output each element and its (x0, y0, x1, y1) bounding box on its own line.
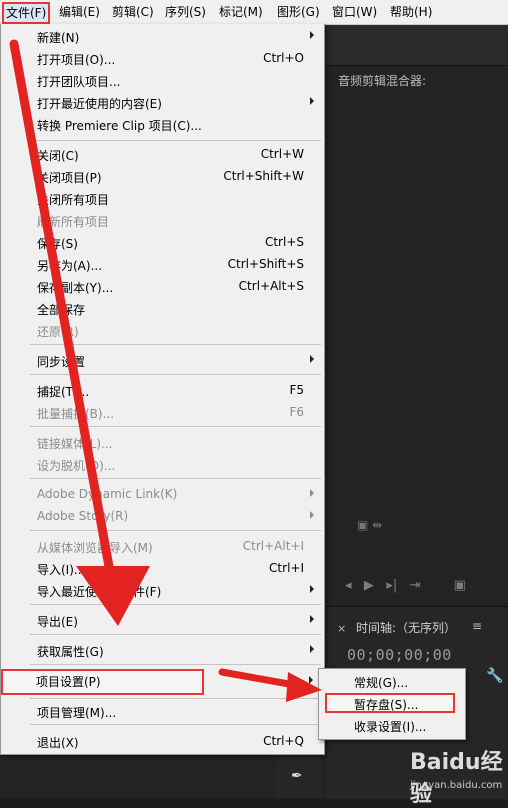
menu-window[interactable]: 窗口(W) (332, 4, 377, 20)
submenu-item-scratch-disks[interactable]: 暂存盘(S)... (325, 693, 455, 713)
menu-separator (30, 664, 321, 665)
menu-separator (30, 698, 321, 699)
menu-item-save-all[interactable]: 全部保存 (2, 297, 322, 319)
pen-tool-icon[interactable]: ✒ (291, 768, 303, 784)
menu-marker[interactable]: 标记(M) (219, 4, 263, 20)
menu-item-close-all-projects[interactable]: 关闭所有项目 (2, 187, 322, 209)
menu-item-save[interactable]: 保存(S) Ctrl+S (2, 231, 322, 253)
submenu-arrow-icon (310, 97, 314, 105)
menu-item-sync-settings[interactable]: 同步设置 (2, 349, 322, 371)
menu-separator (30, 426, 321, 427)
submenu-arrow-icon (310, 355, 314, 363)
export-frame-icon[interactable]: ▣ ⇹ (357, 518, 382, 532)
menu-clip[interactable]: 剪辑(C) (112, 4, 154, 20)
menu-separator (30, 374, 321, 375)
menu-separator (30, 344, 321, 345)
menu-item-exit[interactable]: 退出(X) Ctrl+Q (2, 730, 322, 752)
menu-item-import[interactable]: 导入(I)... Ctrl+I (2, 557, 322, 579)
menu-separator (30, 724, 321, 725)
timeline-title: 时间轴:（无序列） (356, 621, 457, 635)
baidu-watermark: Baidu经验 jingyan.baidu.com (410, 744, 506, 807)
menu-edit[interactable]: 编辑(E) (59, 4, 100, 20)
menu-separator (30, 140, 321, 141)
submenu-arrow-icon (310, 615, 314, 623)
audio-mixer-label: 音频剪辑混合器: (338, 74, 427, 88)
menu-bar: 文件(F) 编辑(E) 剪辑(C) 序列(S) 标记(M) 图形(G) 窗口(W… (0, 0, 508, 25)
submenu-item-general[interactable]: 常规(G)... (320, 671, 464, 693)
menu-separator (30, 634, 321, 635)
menu-item-save-as[interactable]: 另存为(A)... Ctrl+Shift+S (2, 253, 322, 275)
menu-file[interactable]: 文件(F) (2, 2, 51, 24)
menu-item-project-settings[interactable]: 项目设置(P) (1, 669, 204, 695)
menu-item-new[interactable]: 新建(N) (2, 25, 322, 47)
panel-menu-icon[interactable]: ≡ (472, 619, 482, 633)
submenu-arrow-icon (310, 31, 314, 39)
menu-item-link-media: 链接媒体(L)... (37, 437, 113, 451)
playback-controls[interactable]: ◂ ▶ ▸| ⇥ ▣ (345, 578, 508, 600)
menu-separator (30, 604, 321, 605)
submenu-item-ingest-settings[interactable]: 收录设置(I)... (320, 715, 464, 737)
menu-separator (30, 478, 321, 479)
menu-item-revert: 还原(R) (37, 325, 79, 339)
watermark-url: jingyan.baidu.com (410, 780, 503, 791)
menu-item-project-manager[interactable]: 项目管理(M)... (2, 700, 322, 722)
watermark-logo: Baidu经验 (410, 750, 503, 807)
menu-item-close-project[interactable]: 关闭项目(P) Ctrl+Shift+W (2, 165, 322, 187)
file-menu-dropdown: 新建(N) 打开项目(O)... Ctrl+O 打开团队项目... 打开最近使用的… (0, 24, 325, 755)
menu-item-import-recent[interactable]: 导入最近使用的文件(F) (2, 579, 322, 601)
menu-item-capture[interactable]: 捕捉(T)... F5 (2, 379, 322, 401)
menu-item-open-recent[interactable]: 打开最近使用的内容(E) (2, 91, 322, 113)
submenu-arrow-icon (310, 511, 314, 519)
top-panel-header (326, 25, 508, 66)
close-panel-icon[interactable]: × (337, 622, 346, 635)
submenu-arrow-icon (310, 645, 314, 653)
menu-separator (30, 530, 321, 531)
menu-item-get-properties[interactable]: 获取属性(G) (2, 639, 322, 661)
submenu-arrow-icon (309, 676, 313, 684)
menu-item-open-project[interactable]: 打开项目(O)... Ctrl+O (2, 47, 322, 69)
menu-item-make-offline: 设为脱机(O)... (37, 459, 116, 473)
submenu-arrow-icon (310, 489, 314, 497)
menu-item-batch-capture: 批量捕捉(B)... F6 (37, 405, 304, 421)
menu-graphics[interactable]: 图形(G) (277, 4, 320, 20)
menu-item-convert-clip[interactable]: 转换 Premiere Clip 项目(C)... (2, 113, 322, 135)
menu-item-refresh-all: 刷新所有项目 (37, 215, 110, 229)
menu-item-open-team-project[interactable]: 打开团队项目... (2, 69, 322, 91)
menu-item-close[interactable]: 关闭(C) Ctrl+W (2, 143, 322, 165)
menu-item-adobe-story: Adobe Story(R) (2, 505, 322, 527)
menu-sequence[interactable]: 序列(S) (165, 4, 206, 20)
project-settings-submenu: 常规(G)... 暂存盘(S)... 收录设置(I)... (318, 668, 466, 740)
timecode: 00;00;00;00 (347, 646, 452, 664)
menu-item-save-copy[interactable]: 保存副本(Y)... Ctrl+Alt+S (2, 275, 322, 297)
menu-item-dynamic-link: Adobe Dynamic Link(K) (2, 483, 322, 505)
wrench-icon[interactable]: 🔧 (486, 668, 503, 684)
menu-item-import-media-browser: 从媒体浏览器导入(M) Ctrl+Alt+I (37, 539, 304, 555)
menu-help[interactable]: 帮助(H) (390, 4, 432, 20)
submenu-arrow-icon (310, 585, 314, 593)
menu-item-export[interactable]: 导出(E) (2, 609, 322, 631)
